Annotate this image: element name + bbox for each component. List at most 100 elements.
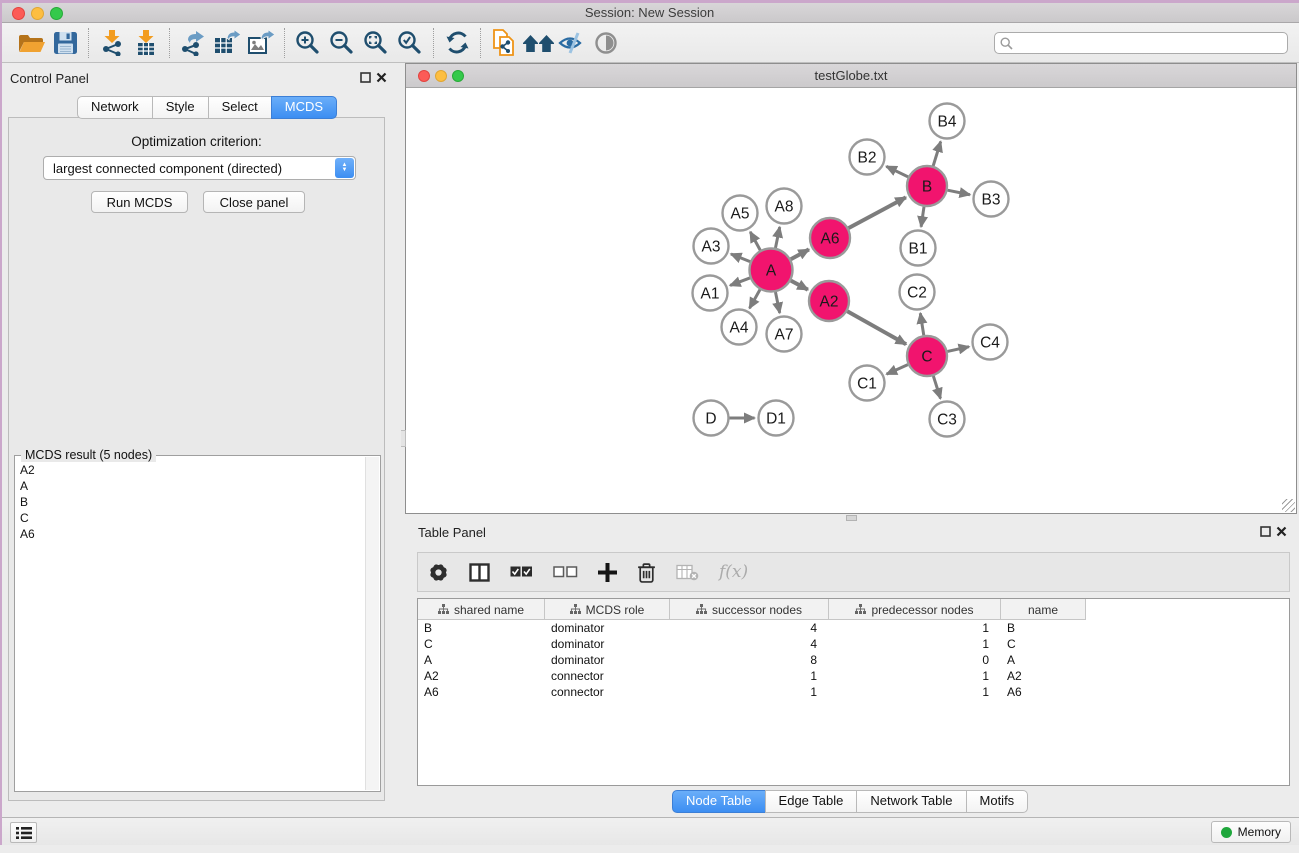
edge-A2-C[interactable]: [847, 311, 906, 344]
node-C4[interactable]: C4: [973, 325, 1008, 360]
zoom-window-button[interactable]: [50, 7, 63, 20]
column-header-predecessor-nodes[interactable]: predecessor nodes: [829, 599, 1001, 620]
node-B3[interactable]: B3: [974, 182, 1009, 217]
open-file-icon[interactable]: [14, 27, 48, 59]
tab-select[interactable]: Select: [208, 96, 272, 119]
tab-network-table[interactable]: Network Table: [856, 790, 966, 813]
table-panel-float-icon[interactable]: [1260, 526, 1271, 539]
columns-icon[interactable]: [469, 557, 490, 587]
search-field[interactable]: [994, 32, 1288, 54]
edge-A-A3[interactable]: [731, 254, 750, 262]
control-panel-float-icon[interactable]: [360, 72, 371, 85]
search-input[interactable]: [1013, 36, 1263, 50]
node-A5[interactable]: A5: [723, 196, 758, 231]
export-image-icon[interactable]: [244, 27, 278, 59]
node-B2[interactable]: B2: [850, 140, 885, 175]
mcds-result-list[interactable]: A2ABCA6: [16, 462, 364, 542]
edge-A-A2[interactable]: [791, 281, 808, 290]
tab-style[interactable]: Style: [152, 96, 209, 119]
zoom-out-icon[interactable]: [325, 27, 359, 59]
node-A3[interactable]: A3: [694, 229, 729, 264]
node-C1[interactable]: C1: [850, 366, 885, 401]
edge-A-A5[interactable]: [750, 232, 760, 250]
hide-details-icon[interactable]: [555, 27, 589, 59]
resize-grip-icon[interactable]: [1282, 499, 1295, 512]
panel-splitter-handle[interactable]: [401, 430, 406, 447]
zoom-fit-icon[interactable]: [359, 27, 393, 59]
tab-node-table[interactable]: Node Table: [672, 790, 766, 813]
show-graphics-icon[interactable]: [589, 27, 623, 59]
column-header-mcds-role[interactable]: MCDS role: [545, 599, 670, 620]
node-C3[interactable]: C3: [930, 402, 965, 437]
edge-B-B2[interactable]: [886, 166, 908, 177]
clone-network-icon[interactable]: [487, 27, 521, 59]
node-D1[interactable]: D1: [759, 401, 794, 436]
node-B[interactable]: B: [907, 166, 947, 206]
node-C[interactable]: C: [907, 336, 947, 376]
horizontal-splitter-handle[interactable]: [846, 515, 857, 521]
tab-network[interactable]: Network: [77, 96, 153, 119]
delete-column-icon[interactable]: [637, 557, 656, 587]
close-window-button[interactable]: [12, 7, 25, 20]
edge-A6-B[interactable]: [849, 197, 906, 228]
node-B4[interactable]: B4: [930, 104, 965, 139]
network-minimize-button[interactable]: [435, 70, 447, 82]
node-A8[interactable]: A8: [767, 189, 802, 224]
import-network-icon[interactable]: [95, 27, 129, 59]
mcds-result-item[interactable]: C: [16, 510, 364, 526]
table-row[interactable]: Adominator80A: [418, 652, 1289, 668]
gear-icon[interactable]: [428, 557, 449, 587]
table-row[interactable]: A6connector11A6: [418, 684, 1289, 700]
minimize-window-button[interactable]: [31, 7, 44, 20]
deselect-all-icon[interactable]: [553, 557, 578, 587]
run-mcds-button[interactable]: Run MCDS: [91, 191, 188, 213]
tab-edge-table[interactable]: Edge Table: [765, 790, 858, 813]
task-history-button[interactable]: [10, 822, 37, 843]
edge-B-B3[interactable]: [948, 190, 970, 195]
node-A7[interactable]: A7: [767, 317, 802, 352]
mcds-result-scrollbar[interactable]: [365, 457, 379, 790]
edge-A-A8[interactable]: [775, 227, 779, 248]
edge-C-C1[interactable]: [887, 365, 908, 375]
optimization-criterion-select[interactable]: largest connected component (directed) ▲…: [43, 156, 356, 180]
node-D[interactable]: D: [694, 401, 729, 436]
column-header-successor-nodes[interactable]: successor nodes: [670, 599, 829, 620]
refresh-icon[interactable]: [440, 27, 474, 59]
edge-A-A4[interactable]: [750, 290, 760, 309]
network-overview-icon[interactable]: [521, 27, 555, 59]
node-A4[interactable]: A4: [722, 310, 757, 345]
edge-B-B1[interactable]: [921, 207, 924, 227]
tab-motifs[interactable]: Motifs: [966, 790, 1029, 813]
memory-button[interactable]: Memory: [1211, 821, 1291, 843]
edge-A-A6[interactable]: [791, 249, 809, 259]
edge-B-B4[interactable]: [933, 142, 941, 166]
node-A6[interactable]: A6: [810, 218, 850, 258]
edge-C-C3[interactable]: [933, 376, 940, 398]
edge-A-A1[interactable]: [730, 278, 750, 285]
edge-A-A7[interactable]: [775, 292, 779, 313]
table-row[interactable]: Bdominator41B: [418, 620, 1289, 636]
close-panel-button[interactable]: Close panel: [203, 191, 305, 213]
control-panel-close-icon[interactable]: [376, 72, 387, 85]
node-A[interactable]: A: [750, 249, 793, 292]
edge-C-C4[interactable]: [947, 347, 969, 352]
zoom-selected-icon[interactable]: [393, 27, 427, 59]
node-C2[interactable]: C2: [900, 275, 935, 310]
mcds-result-item[interactable]: A6: [16, 526, 364, 542]
export-network-icon[interactable]: [176, 27, 210, 59]
select-all-icon[interactable]: [510, 557, 533, 587]
node-A2[interactable]: A2: [809, 281, 849, 321]
mcds-result-item[interactable]: A2: [16, 462, 364, 478]
column-header-name[interactable]: name: [1001, 599, 1086, 620]
table-panel-close-icon[interactable]: [1276, 526, 1287, 539]
add-column-icon[interactable]: [598, 557, 617, 587]
mcds-result-item[interactable]: B: [16, 494, 364, 510]
edge-C-C2[interactable]: [920, 313, 923, 335]
save-session-icon[interactable]: [48, 27, 82, 59]
node-A1[interactable]: A1: [693, 276, 728, 311]
tab-mcds[interactable]: MCDS: [271, 96, 337, 119]
zoom-in-icon[interactable]: [291, 27, 325, 59]
table-row[interactable]: A2connector11A2: [418, 668, 1289, 684]
network-close-button[interactable]: [418, 70, 430, 82]
import-table-icon[interactable]: [129, 27, 163, 59]
